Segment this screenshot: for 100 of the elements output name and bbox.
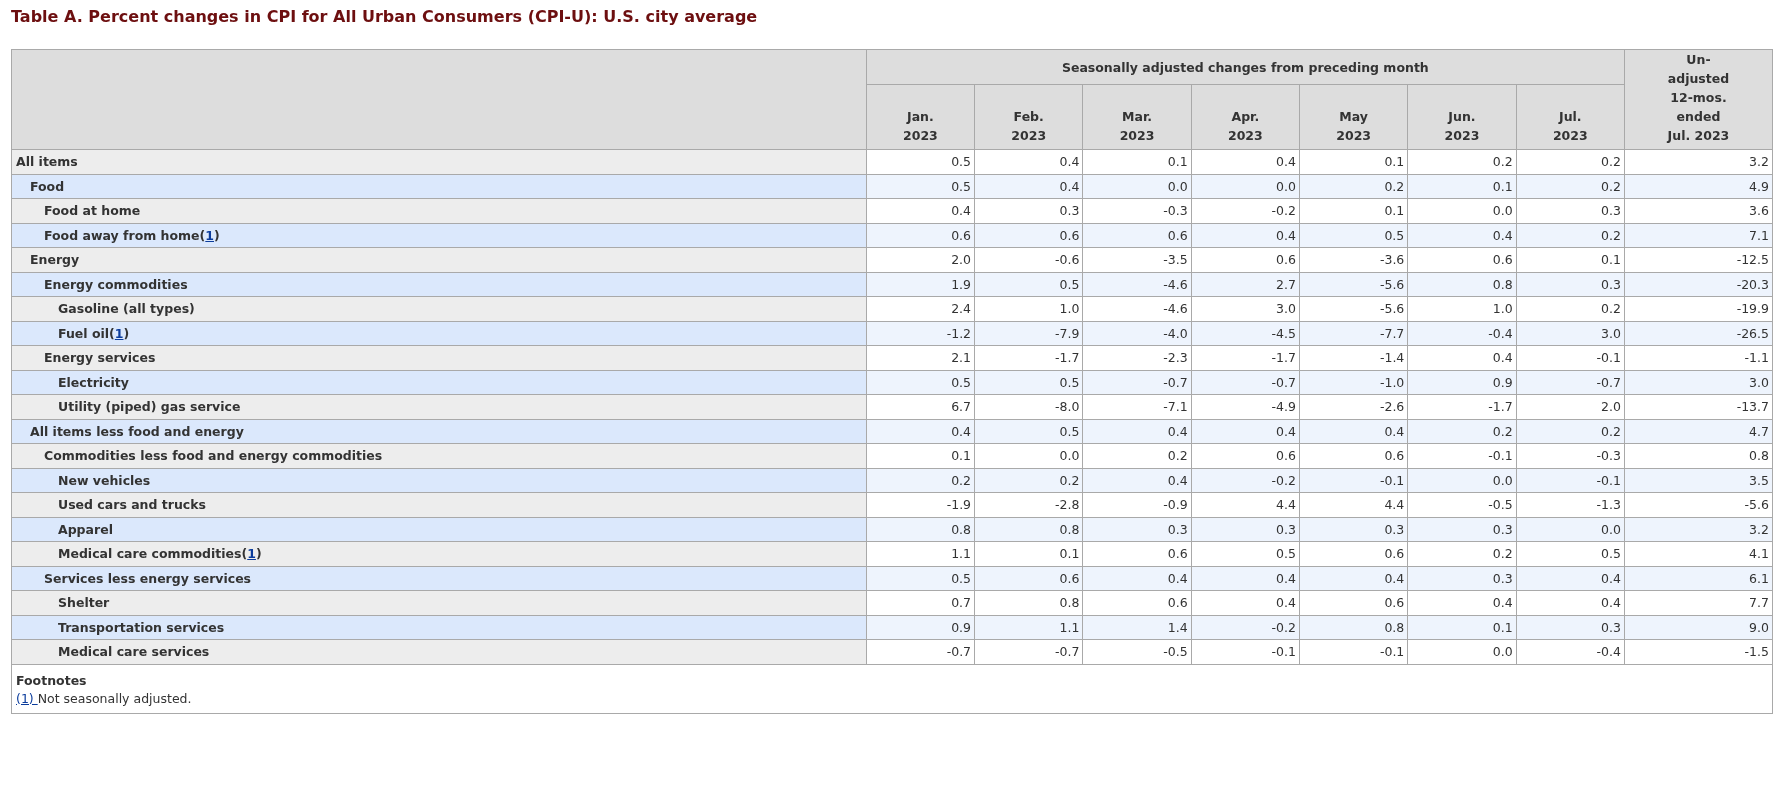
table-cell: 0.2 <box>1516 174 1625 199</box>
table-cell: 0.5 <box>974 419 1083 444</box>
table-cell: 4.9 <box>1624 174 1773 199</box>
table-cell: 0.1 <box>1407 174 1517 199</box>
table-cell: 0.1 <box>1516 247 1625 272</box>
row-label: Services less energy services <box>11 566 867 591</box>
table-cell: 0.5 <box>1516 541 1625 566</box>
table-cell: 4.7 <box>1624 419 1773 444</box>
table-cell: 2.4 <box>866 296 975 321</box>
footnote-link[interactable]: 1 <box>205 227 214 243</box>
table-cell: 0.8 <box>866 517 975 542</box>
table-cell: -7.7 <box>1299 321 1408 346</box>
table-cell: -2.6 <box>1299 394 1408 419</box>
table-cell: 4.1 <box>1624 541 1773 566</box>
table-cell: -20.3 <box>1624 272 1773 297</box>
row-label: New vehicles <box>11 468 867 493</box>
table-cell: 0.0 <box>974 443 1083 468</box>
table-cell: 3.6 <box>1624 198 1773 223</box>
table-cell: 0.2 <box>1516 296 1625 321</box>
table-cell: 0.3 <box>1407 566 1517 591</box>
row-label: Fuel oil(1) <box>11 321 867 346</box>
row-label: Shelter <box>11 590 867 615</box>
row-label: Commodities less food and energy commodities <box>11 443 867 468</box>
table-cell: 0.3 <box>1299 517 1408 542</box>
row-label: Apparel <box>11 517 867 542</box>
table-cell: 7.1 <box>1624 223 1773 248</box>
table-cell: 0.0 <box>1407 468 1517 493</box>
table-cell: 0.4 <box>1191 419 1300 444</box>
table-cell: 0.5 <box>1299 223 1408 248</box>
table-cell: 0.4 <box>1516 566 1625 591</box>
row-label: Utility (piped) gas service <box>11 394 867 419</box>
table-cell: 0.2 <box>1407 419 1517 444</box>
table-cell: -1.7 <box>1191 345 1300 370</box>
row-label: Food <box>11 174 867 199</box>
column-heading: Apr. 2023 <box>1191 84 1300 150</box>
table-cell: -1.7 <box>974 345 1083 370</box>
table-cell: 0.6 <box>1407 247 1517 272</box>
table-cell: 0.2 <box>1516 149 1625 174</box>
row-label: Transportation services <box>11 615 867 640</box>
table-cell: 0.5 <box>866 370 975 395</box>
table-cell: 0.3 <box>1082 517 1192 542</box>
table-cell: -4.5 <box>1191 321 1300 346</box>
table-cell: 0.1 <box>1082 149 1192 174</box>
table-cell: 0.2 <box>1082 443 1192 468</box>
row-label: Gasoline (all types) <box>11 296 867 321</box>
row-label: Food away from home(1) <box>11 223 867 248</box>
table-cell: 0.4 <box>1407 590 1517 615</box>
row-label: Used cars and trucks <box>11 492 867 517</box>
table-cell: -0.2 <box>1191 468 1300 493</box>
table-cell: 2.0 <box>866 247 975 272</box>
table-cell: 0.4 <box>1082 419 1192 444</box>
table-cell: 0.4 <box>866 419 975 444</box>
footnote-link[interactable]: 1 <box>114 325 124 341</box>
column-heading: Mar. 2023 <box>1082 84 1192 150</box>
table-cell: 0.2 <box>1516 419 1625 444</box>
table-cell: -3.5 <box>1082 247 1192 272</box>
table-cell: 0.4 <box>1407 223 1517 248</box>
table-cell: 0.0 <box>1407 639 1517 664</box>
table-cell: 0.4 <box>1191 149 1300 174</box>
table-cell: 2.0 <box>1516 394 1625 419</box>
table-cell: 0.4 <box>1299 566 1408 591</box>
table-cell: -0.1 <box>1299 639 1408 664</box>
table-cell: -5.6 <box>1299 296 1408 321</box>
table-cell: 0.8 <box>1407 272 1517 297</box>
table-cell: -4.9 <box>1191 394 1300 419</box>
table-cell: 0.1 <box>974 541 1083 566</box>
table-cell: -0.7 <box>1082 370 1192 395</box>
table-cell: -0.3 <box>1082 198 1192 223</box>
table-cell: -0.1 <box>1407 443 1517 468</box>
table-cell: -1.4 <box>1299 345 1408 370</box>
table-cell: -0.5 <box>1407 492 1517 517</box>
table-cell: -2.8 <box>974 492 1083 517</box>
table-cell: 0.6 <box>974 223 1083 248</box>
table-cell: 0.4 <box>866 198 975 223</box>
table-cell: 0.3 <box>1516 615 1625 640</box>
footnote-link[interactable]: (1) <box>16 690 38 706</box>
table-cell: 9.0 <box>1624 615 1773 640</box>
table-cell: 3.0 <box>1516 321 1625 346</box>
row-label: Energy <box>11 247 867 272</box>
table-cell: -1.9 <box>866 492 975 517</box>
table-cell: 0.2 <box>974 468 1083 493</box>
table-cell: 1.0 <box>1407 296 1517 321</box>
footnote-link[interactable]: 1 <box>247 546 256 562</box>
table-cell: -0.4 <box>1516 639 1625 664</box>
table-cell: 0.1 <box>1407 615 1517 640</box>
table-cell: -1.3 <box>1516 492 1625 517</box>
table-cell: -19.9 <box>1624 296 1773 321</box>
table-cell: -1.2 <box>866 321 975 346</box>
table-cell: -0.1 <box>1299 468 1408 493</box>
column-heading: Un- adjusted 12-mos. ended Jul. 2023 <box>1624 49 1773 150</box>
table-cell: 0.2 <box>1299 174 1408 199</box>
table-cell: 7.7 <box>1624 590 1773 615</box>
footnotes-heading: Footnotes <box>16 672 87 688</box>
table-cell: 1.1 <box>974 615 1083 640</box>
row-label: Medical care commodities(1) <box>11 541 867 566</box>
table-cell: 0.8 <box>974 590 1083 615</box>
row-label: All items less food and energy <box>11 419 867 444</box>
table-cell: 0.6 <box>1082 590 1192 615</box>
table-cell: -0.4 <box>1407 321 1517 346</box>
table-cell: 0.4 <box>1407 345 1517 370</box>
